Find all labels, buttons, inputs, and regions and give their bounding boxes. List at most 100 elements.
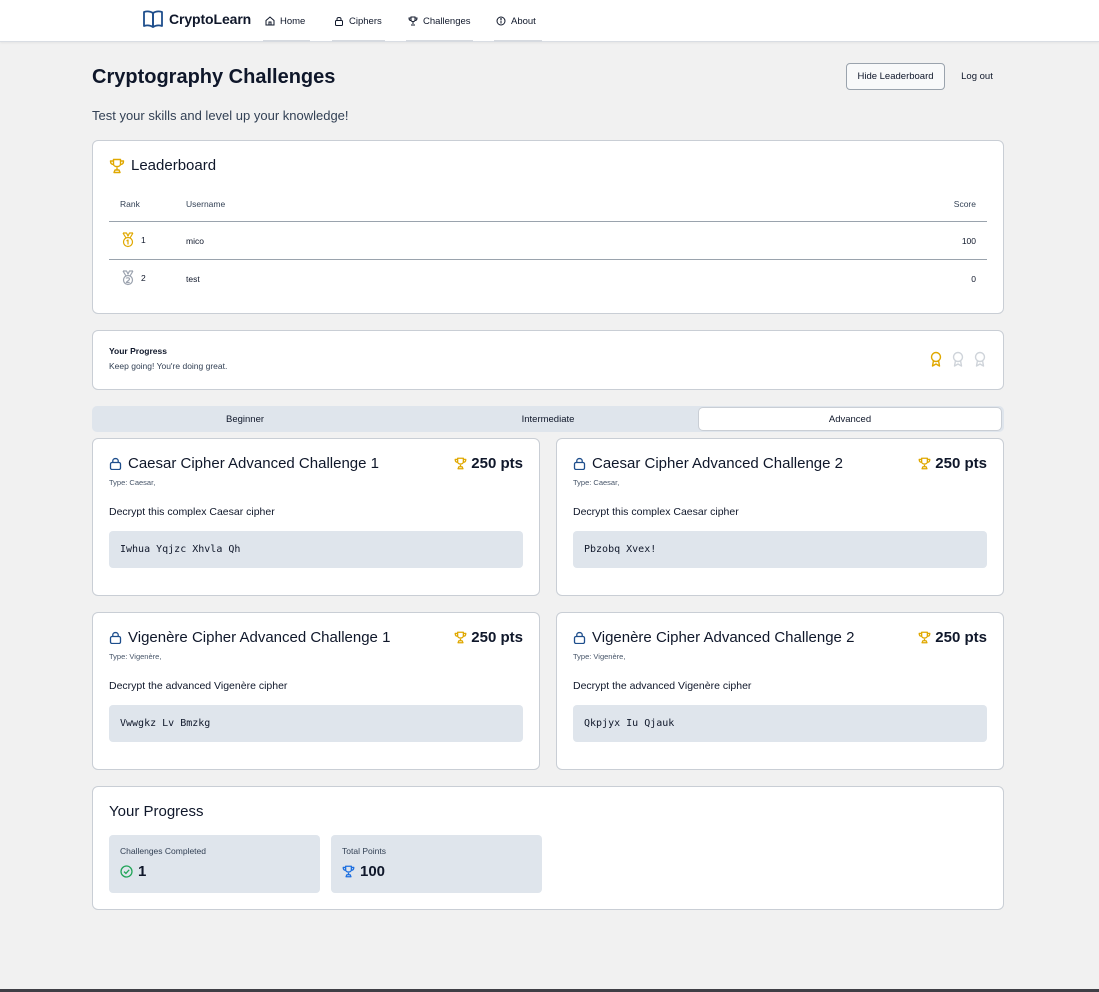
trophy-icon	[918, 457, 931, 470]
stat-total-points: Total Points 100	[331, 835, 542, 893]
trophy-icon	[918, 631, 931, 644]
challenge-type: Type: Caesar,	[109, 478, 156, 487]
progress-banner-title: Your Progress	[109, 346, 167, 356]
achievement-medals	[929, 351, 987, 367]
nav-ciphers[interactable]: Ciphers	[332, 0, 385, 42]
table-row-rank-2: 2	[121, 270, 146, 286]
leaderboard-title: Leaderboard	[109, 157, 216, 174]
your-progress-card: Your Progress Challenges Completed 1 Tot…	[92, 786, 1004, 910]
challenge-description: Decrypt the advanced Vigenère cipher	[573, 680, 752, 692]
lock-icon	[573, 631, 586, 644]
rank-value: 1	[141, 235, 146, 245]
challenge-description: Decrypt this complex Caesar cipher	[573, 506, 739, 518]
nav-ciphers-label: Ciphers	[349, 15, 382, 27]
info-icon	[496, 16, 506, 26]
column-header-score: Score	[953, 199, 976, 209]
completed-count: 1	[138, 863, 147, 880]
ciphertext-box: Vwwgkz Lv Bmzkg	[109, 705, 523, 742]
challenge-type: Type: Caesar,	[573, 478, 620, 487]
challenge-points: 250 pts	[454, 629, 523, 646]
column-header-username: Username	[186, 199, 226, 209]
award-locked-icon	[951, 351, 965, 367]
trophy-icon	[342, 865, 355, 878]
nav-challenges[interactable]: Challenges	[406, 0, 473, 42]
column-header-rank: Rank	[120, 199, 140, 209]
points-value: 250 pts	[471, 629, 523, 646]
challenge-card[interactable]: Vigenère Cipher Advanced Challenge 2 250…	[556, 612, 1004, 770]
lock-icon	[334, 16, 344, 26]
points-value: 250 pts	[935, 629, 987, 646]
stat-value: 1	[120, 863, 146, 880]
challenge-header: Caesar Cipher Advanced Challenge 2	[573, 455, 843, 472]
difficulty-tabs: Beginner Intermediate Advanced	[92, 406, 1004, 432]
tab-advanced[interactable]: Advanced	[699, 408, 1001, 430]
table-header-divider	[109, 221, 987, 222]
challenge-title: Caesar Cipher Advanced Challenge 2	[592, 455, 843, 472]
book-icon	[143, 10, 163, 28]
progress-banner-message: Keep going! You're doing great.	[109, 361, 228, 371]
silver-medal-icon	[121, 270, 135, 286]
trophy-icon	[454, 457, 467, 470]
challenge-header: Caesar Cipher Advanced Challenge 1	[109, 455, 379, 472]
stat-label: Total Points	[342, 846, 386, 856]
page-subtitle: Test your skills and level up your knowl…	[92, 108, 349, 123]
score-cell: 0	[971, 274, 976, 284]
nav-about[interactable]: About	[494, 0, 542, 42]
challenge-title: Caesar Cipher Advanced Challenge 1	[128, 455, 379, 472]
nav-home-label: Home	[280, 15, 306, 27]
nav-home[interactable]: Home	[263, 0, 310, 42]
trophy-icon	[109, 158, 125, 174]
username-cell: test	[186, 274, 200, 284]
challenge-card[interactable]: Caesar Cipher Advanced Challenge 2 250 p…	[556, 438, 1004, 596]
nav-challenges-label: Challenges	[423, 15, 471, 27]
rank-value: 2	[141, 273, 146, 283]
home-icon	[265, 16, 275, 26]
challenge-type: Type: Vigenère,	[573, 652, 626, 661]
brand-name: CryptoLearn	[169, 11, 252, 27]
challenge-points: 250 pts	[454, 455, 523, 472]
challenge-description: Decrypt this complex Caesar cipher	[109, 506, 275, 518]
ciphertext-box: Iwhua Yqjzc Xhvla Qh	[109, 531, 523, 568]
stat-challenges-completed: Challenges Completed 1	[109, 835, 320, 893]
challenge-points: 250 pts	[918, 455, 987, 472]
leaderboard-title-text: Leaderboard	[131, 157, 217, 174]
lock-icon	[109, 631, 122, 644]
leaderboard-card: Leaderboard Rank Username Score 1 mico 1…	[92, 140, 1004, 314]
award-locked-icon	[973, 351, 987, 367]
points-value: 250 pts	[935, 455, 987, 472]
trophy-icon	[454, 631, 467, 644]
challenge-header: Vigenère Cipher Advanced Challenge 2	[573, 629, 854, 646]
challenge-points: 250 pts	[918, 629, 987, 646]
tab-intermediate[interactable]: Intermediate	[397, 408, 699, 430]
hide-leaderboard-button[interactable]: Hide Leaderboard	[846, 63, 945, 90]
page-title: Cryptography Challenges	[92, 66, 336, 88]
brand-logo[interactable]: CryptoLearn	[143, 10, 251, 28]
table-row-divider	[109, 259, 987, 260]
ciphertext-box: Qkpjyx Iu Qjauk	[573, 705, 987, 742]
award-earned-icon	[929, 351, 943, 367]
challenge-type: Type: Vigenère,	[109, 652, 162, 661]
challenge-card[interactable]: Caesar Cipher Advanced Challenge 1 250 p…	[92, 438, 540, 596]
nav-about-label: About	[511, 15, 536, 27]
your-progress-title: Your Progress	[109, 803, 204, 820]
stat-value: 100	[342, 863, 385, 880]
logout-button[interactable]: Log out	[953, 63, 1001, 90]
stat-label: Challenges Completed	[120, 846, 206, 856]
top-navbar: CryptoLearn Home Ciphers Challenges Abou…	[0, 0, 1099, 42]
challenge-title: Vigenère Cipher Advanced Challenge 1	[128, 629, 391, 646]
ciphertext-box: Pbzobq Xvex!	[573, 531, 987, 568]
trophy-icon	[408, 16, 418, 26]
challenge-description: Decrypt the advanced Vigenère cipher	[109, 680, 288, 692]
table-row-rank-1: 1	[121, 232, 146, 248]
challenge-title: Vigenère Cipher Advanced Challenge 2	[592, 629, 855, 646]
progress-banner-card: Your Progress Keep going! You're doing g…	[92, 330, 1004, 390]
check-circle-icon	[120, 865, 133, 878]
lock-icon	[573, 457, 586, 470]
username-cell: mico	[186, 236, 204, 246]
tab-beginner[interactable]: Beginner	[94, 408, 396, 430]
challenge-header: Vigenère Cipher Advanced Challenge 1	[109, 629, 390, 646]
points-value: 250 pts	[471, 455, 523, 472]
total-points: 100	[360, 863, 386, 880]
score-cell: 100	[961, 236, 976, 246]
challenge-card[interactable]: Vigenère Cipher Advanced Challenge 1 250…	[92, 612, 540, 770]
